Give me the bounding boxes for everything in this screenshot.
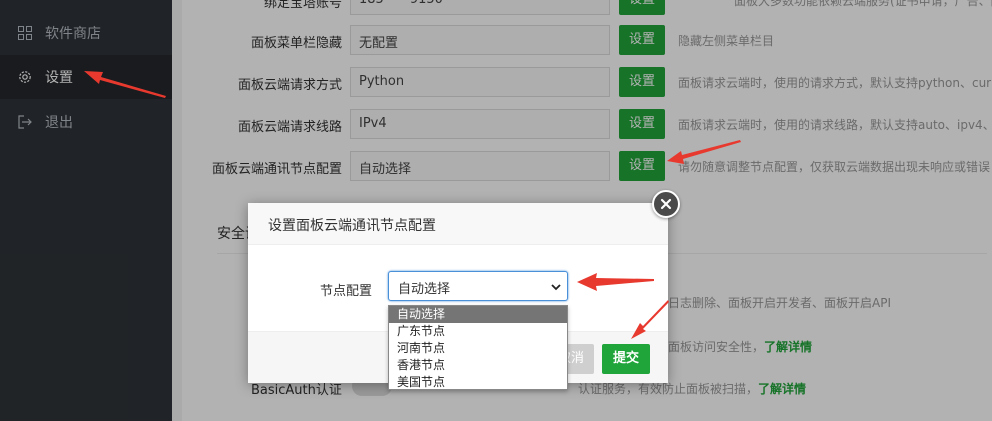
close-icon[interactable] bbox=[652, 190, 680, 218]
node-config-label: 节点配置 bbox=[320, 284, 373, 299]
submit-button[interactable]: 提交 bbox=[602, 344, 650, 374]
chevron-down-icon bbox=[551, 281, 561, 291]
node-options-dropdown: 自动选择 广东节点 河南节点 香港节点 美国节点 bbox=[388, 305, 568, 390]
option-usa[interactable]: 美国节点 bbox=[389, 374, 567, 391]
option-henan[interactable]: 河南节点 bbox=[389, 340, 567, 357]
option-guangdong[interactable]: 广东节点 bbox=[389, 323, 567, 340]
dialog-title: 设置面板云端通讯节点配置 bbox=[248, 203, 668, 245]
select-value: 自动选择 bbox=[398, 282, 451, 297]
option-auto[interactable]: 自动选择 bbox=[389, 306, 567, 323]
option-hongkong[interactable]: 香港节点 bbox=[389, 357, 567, 374]
node-config-select[interactable]: 自动选择 bbox=[388, 271, 568, 301]
